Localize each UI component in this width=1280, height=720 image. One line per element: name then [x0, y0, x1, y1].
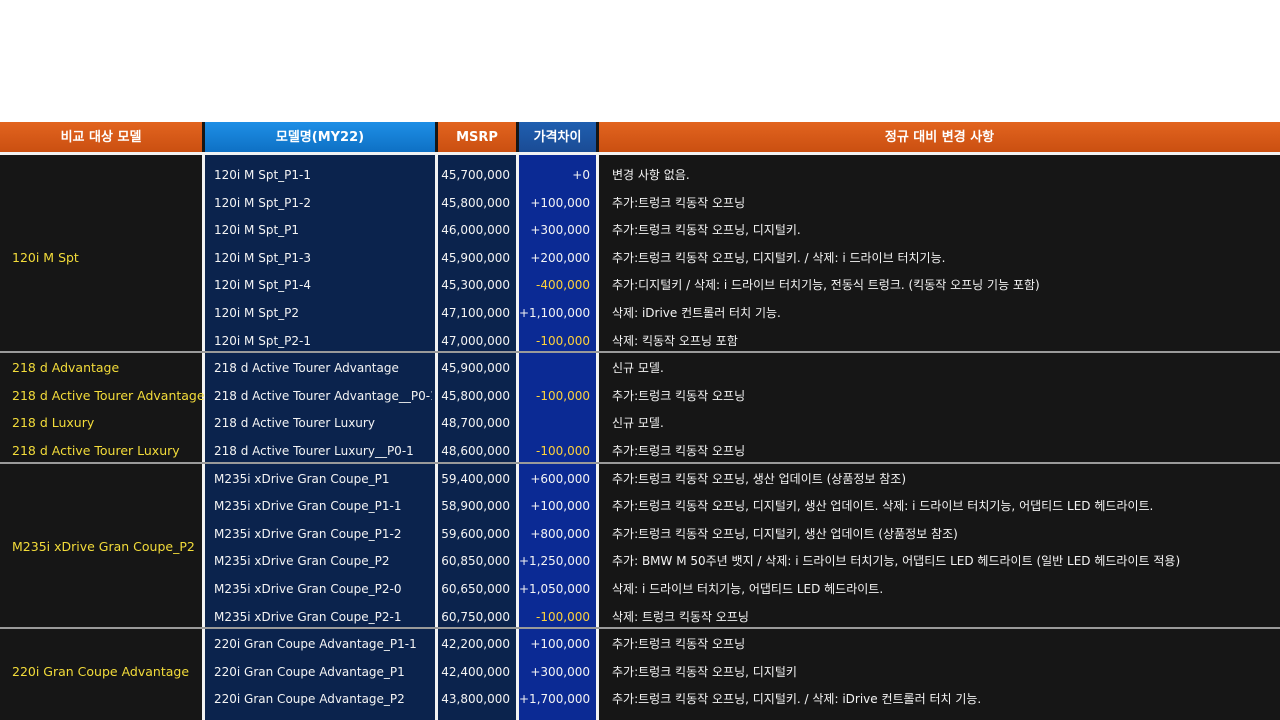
change-description-cell: 추가:트렁크 킥동작 오프닝, 디지털키, 생산 업데이트. 삭제: i 드라이…	[612, 499, 1154, 514]
price-diff-cell: +1,050,000	[519, 582, 590, 596]
change-description-cell: 추가:트렁크 킥동작 오프닝	[612, 195, 746, 210]
msrp-cell: 42,200,000	[441, 637, 510, 652]
header-msrp: MSRP	[438, 122, 516, 154]
column-divider	[202, 154, 205, 720]
model-name-cell: 218 d Active Tourer Advantage	[214, 361, 399, 376]
price-diff-cell: +300,000	[530, 664, 590, 679]
price-diff-cell: -100,000	[536, 388, 590, 403]
header-changes: 정규 대비 변경 사항	[599, 122, 1280, 154]
price-diff-cell: +600,000	[530, 471, 590, 486]
msrp-cell: 60,650,000	[441, 582, 510, 596]
price-diff-cell: +100,000	[530, 499, 590, 514]
model-name-cell: M235i xDrive Gran Coupe_P1	[214, 471, 390, 486]
price-diff-cell: +300,000	[530, 223, 590, 238]
msrp-cell: 45,900,000	[441, 361, 510, 376]
price-diff-cell: +200,000	[530, 250, 590, 265]
msrp-cell: 46,000,000	[441, 223, 510, 238]
change-description-cell: 추가:트렁크 킥동작 오프닝	[612, 388, 746, 403]
change-description-cell: 추가:트렁크 킥동작 오프닝	[612, 637, 746, 652]
model-name-cell: 220i Gran Coupe Advantage_P1	[214, 664, 405, 679]
model-name-cell: 220i Gran Coupe Advantage_P1-1	[214, 637, 417, 652]
model-name-cell: M235i xDrive Gran Coupe_P1-1	[214, 499, 402, 514]
change-description-cell: 신규 모델.	[612, 361, 664, 376]
model-name-cell: M235i xDrive Gran Coupe_P2-0	[214, 582, 402, 596]
group-label: 218 d Luxury	[12, 415, 95, 431]
model-name-cell: 120i M Spt_P1	[214, 223, 300, 238]
change-description-cell: 추가:트렁크 킥동작 오프닝, 디지털키	[612, 664, 797, 679]
change-description-cell: 추가:디지털키 / 삭제: i 드라이브 터치기능, 전동식 트렁크. (킥동작…	[612, 278, 1040, 293]
price-diff-cell: +1,100,000	[519, 306, 590, 320]
model-name-cell: 120i M Spt_P1-4	[214, 278, 311, 293]
group-label: 218 d Advantage	[12, 360, 120, 376]
column-divider	[596, 154, 599, 720]
model-name-cell: 120i M Spt_P1-1	[214, 168, 311, 182]
msrp-cell: 47,100,000	[441, 306, 510, 320]
header-target-model: 비교 대상 모델	[0, 122, 202, 154]
price-diff-cell	[519, 409, 590, 437]
change-description-cell: 추가:트렁크 킥동작 오프닝, 디지털키, 생산 업데이트 (상품정보 참조)	[612, 526, 958, 541]
group-divider	[0, 351, 1280, 354]
msrp-cell: 45,900,000	[441, 250, 510, 265]
msrp-cell: 59,400,000	[441, 471, 510, 486]
change-description-cell: 추가:트렁크 킥동작 오프닝, 생산 업데이트 (상품정보 참조)	[612, 471, 907, 486]
msrp-cell: 43,800,000	[441, 692, 510, 707]
msrp-cell: 45,800,000	[441, 195, 510, 210]
price-diff-cell: +1,700,000	[519, 692, 590, 707]
group-label: 120i M Spt	[12, 249, 79, 265]
msrp-cell: 48,700,000	[441, 416, 510, 431]
change-description-cell: 추가:트렁크 킥동작 오프닝, 디지털키. / 삭제: iDrive 컨트롤러 …	[612, 692, 982, 707]
model-name-cell: M235i xDrive Gran Coupe_P1-2	[214, 526, 402, 541]
change-description-cell: 변경 사항 없음.	[612, 168, 690, 182]
price-comparison-table: 비교 대상 모델 모델명(MY22) MSRP 가격차이 정규 대비 변경 사항…	[0, 122, 1280, 720]
msrp-cell: 59,600,000	[441, 526, 510, 541]
change-description-cell: 삭제: iDrive 컨트롤러 터치 기능.	[612, 306, 781, 320]
msrp-cell: 45,700,000	[441, 168, 510, 182]
msrp-cell: 58,900,000	[441, 499, 510, 514]
price-diff-cell: +1,250,000	[519, 554, 590, 569]
model-name-cell: M235i xDrive Gran Coupe_P2	[214, 554, 390, 569]
msrp-cell: 42,400,000	[441, 664, 510, 679]
price-diff-cell: +800,000	[530, 526, 590, 541]
change-description-cell: 신규 모델.	[612, 416, 664, 431]
group-divider	[0, 627, 1280, 630]
change-description-cell: 추가:트렁크 킥동작 오프닝, 디지털키.	[612, 223, 801, 238]
change-description-cell: 삭제: i 드라이브 터치기능, 어댑티드 LED 헤드라이트.	[612, 582, 884, 596]
price-diff-cell: -400,000	[536, 278, 590, 293]
header-divider	[0, 152, 1280, 155]
change-description-cell: 추가: BMW M 50주년 뱃지 / 삭제: i 드라이브 터치기능, 어댑티…	[612, 554, 1181, 569]
header-model-name: 모델명(MY22)	[205, 122, 435, 154]
group-label: M235i xDrive Gran Coupe_P2	[12, 539, 195, 555]
header-row: 비교 대상 모델 모델명(MY22) MSRP 가격차이 정규 대비 변경 사항	[0, 122, 1280, 154]
price-diff-cell: +100,000	[530, 637, 590, 652]
price-diff-cell: +100,000	[530, 195, 590, 210]
msrp-cell: 60,850,000	[441, 554, 510, 569]
price-diff-cell	[519, 354, 590, 382]
model-name-cell: 120i M Spt_P1-2	[214, 195, 311, 210]
group-label: 220i Gran Coupe Advantage	[12, 663, 190, 679]
change-description-cell: 추가:트렁크 킥동작 오프닝, 디지털키. / 삭제: i 드라이브 터치기능.	[612, 250, 946, 265]
price-diff-cell: +0	[572, 168, 590, 182]
model-name-cell: 218 d Active Tourer Advantage__P0-1	[214, 388, 432, 403]
msrp-cell: 45,300,000	[441, 278, 510, 293]
group-label: 218 d Active Tourer Advantage	[12, 387, 205, 403]
model-name-cell: 120i M Spt_P2	[214, 306, 300, 320]
header-price-diff: 가격차이	[519, 122, 596, 154]
msrp-cell: 45,800,000	[441, 388, 510, 403]
model-name-cell: 220i Gran Coupe Advantage_P2	[214, 692, 405, 707]
group-divider	[0, 461, 1280, 464]
model-name-cell: 218 d Active Tourer Luxury	[214, 416, 375, 431]
model-name-cell: 120i M Spt_P1-3	[214, 250, 311, 265]
